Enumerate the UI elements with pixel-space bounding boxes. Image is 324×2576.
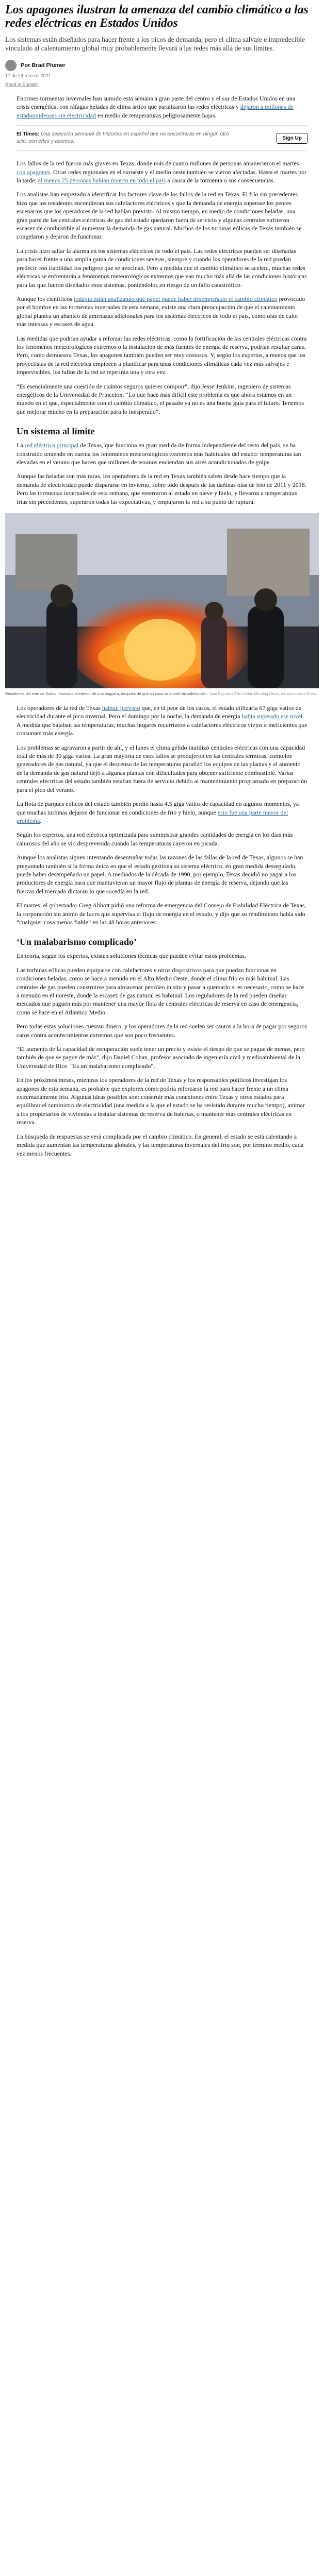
paragraph-text: En teoría, según los expertos, existen s… [17,952,246,960]
section-heading-juggling: ‘Un malabarismo complicado’ [17,937,137,947]
article-body-continued: Los operadores de la red de Texas habían… [5,704,319,1158]
body-paragraph: Los problemas se agravaron a partir de a… [17,743,307,794]
inline-link[interactable]: todavía están analizando qué papel puede… [74,295,278,302]
body-paragraph: Según los expertos, una red eléctrica op… [17,831,307,848]
photo-caption: Residentes del este de Dallas, reunidos … [5,691,319,697]
body-paragraph: Aunque los analistas siguen intentando d… [17,853,307,895]
paragraph-text: En los próximos meses, mientras los oper… [17,1076,305,1126]
paragraph-text: La crisis hizo saltar la alarma en los s… [17,247,307,289]
section-heading-system-limit: Un sistema al límite [17,426,95,437]
article-title: Los apagones ilustran la amenaza del cam… [5,3,309,30]
paragraph-text: Los operadores de la red de Texas [17,704,102,712]
paragraph-group-a-continued: Los fallos de la red fueron más graves e… [17,159,307,416]
paragraph-text: La [17,442,25,449]
paragraph-group-c: Los operadores de la red de Texas habían… [17,704,307,926]
inline-link[interactable]: al menos 25 personas habían muerto en to… [38,177,166,184]
body-paragraph: Las turbinas eólicas pueden equiparse co… [17,966,307,1016]
body-paragraph: El martes, el gobernador Greg Abbott pid… [17,901,307,926]
body-paragraph: Los fallos de la red fueron más graves e… [17,159,307,184]
paragraph-group-d: En teoría, según los expertos, existen s… [17,952,307,1158]
body-paragraph: La flota de parques eólicos del estado t… [17,800,307,825]
newsletter-title: El Times: [17,131,40,138]
photo-credit: Juan Figueroa/The Dallas Morning News, v… [208,691,317,697]
paragraph-text: La búsqueda de respuestas se verá compli… [17,1132,304,1157]
paragraph-text: Las medidas que podrían ayudar a reforza… [17,334,307,376]
byline: Por Brad Plumer [5,60,319,71]
page-bottom-spacer [5,1163,319,1184]
read-in-english-link[interactable]: Read in English [5,82,38,87]
body-paragraph: La búsqueda de respuestas se verá compli… [17,1132,307,1158]
body-paragraph: Aunque los científicos todavía están ana… [17,295,307,329]
body-paragraph: Enormes tormentas invernales han sumido … [17,94,307,120]
paragraph-text: Según los expertos, una red eléctrica op… [17,831,293,847]
body-paragraph: “Es esencialmente una cuestión de cuánto… [17,382,307,416]
paragraph-text: en medio de temperaturas peligrosamente … [95,111,217,119]
photo-caption-text: Residentes del este de Dallas, reunidos … [5,691,208,697]
body-paragraph: Las medidas que podrían ayudar a reforza… [17,334,307,377]
paragraph-text: Los fallos de la red fueron más graves e… [17,160,299,167]
body-paragraph: “El aumento de la capacidad de recuperac… [17,1045,307,1070]
newsletter-text: El Times: Una selección semanal de histo… [17,131,238,145]
paragraph-text: Aunque las heladas son más raras, los op… [17,472,306,505]
paragraph-text: Pero todas estas soluciones cuestan dine… [17,1023,307,1039]
inline-link[interactable]: habían previsto [102,704,140,711]
body-paragraph: En teoría, según los expertos, existen s… [17,952,307,960]
body-paragraph: La crisis hizo saltar la alarma en los s… [17,247,307,289]
paragraph-text: Aunque los científicos [17,295,74,302]
paragraph-group-a: Enormes tormentas invernales han sumido … [17,94,307,120]
author-avatar [5,60,17,71]
paragraph-text: Los analistas han empezado a identificar… [17,191,302,241]
article-photo [5,513,319,689]
paragraph-group-b: La red eléctrica principal de Texas, que… [17,441,307,506]
body-paragraph: En los próximos meses, mientras los oper… [17,1076,307,1126]
paragraph-text: a causa de la tormenta o sus consecuenci… [166,177,275,184]
paragraph-text: Las turbinas eólicas pueden equiparse co… [17,966,304,1016]
paragraph-text: . [40,817,42,824]
paragraph-text: Aunque los analistas siguen intentando d… [17,854,303,895]
newsletter-promo: El Times: Una selección semanal de histo… [17,125,307,151]
body-paragraph: Los analistas han empezado a identificar… [17,190,307,241]
article-lede: Los sistemas están diseñados para hacer … [5,36,305,52]
paragraph-text: Los problemas se agravaron a partir de a… [17,743,307,793]
body-paragraph: Pero todas estas soluciones cuestan dine… [17,1022,307,1039]
inline-link[interactable]: había superado ese nivel [242,713,303,720]
publish-date: 17 de febrero de 2021 [5,73,51,78]
paragraph-text: “El aumento de la capacidad de recuperac… [17,1045,305,1070]
sign-up-button[interactable]: Sign Up [277,132,307,144]
paragraph-text: “Es esencialmente una cuestión de cuánto… [17,382,304,415]
article-body: Enormes tormentas invernales han sumido … [5,94,319,506]
paragraph-text: El martes, el gobernador Greg Abbott pid… [17,902,306,926]
body-paragraph: Los operadores de la red de Texas habían… [17,704,307,738]
bonfire-scene-image [5,513,319,689]
inline-link[interactable]: con apagones [17,168,50,176]
body-paragraph: La red eléctrica principal de Texas, que… [17,441,307,466]
author-name[interactable]: Por Brad Plumer [21,62,66,69]
newsletter-description: Una selección semanal de historias en es… [17,131,229,145]
body-paragraph: Aunque las heladas son más raras, los op… [17,472,307,506]
inline-link[interactable]: red eléctrica principal [25,442,79,449]
article-page: Los apagones ilustran la amenaza del cam… [0,3,324,1184]
